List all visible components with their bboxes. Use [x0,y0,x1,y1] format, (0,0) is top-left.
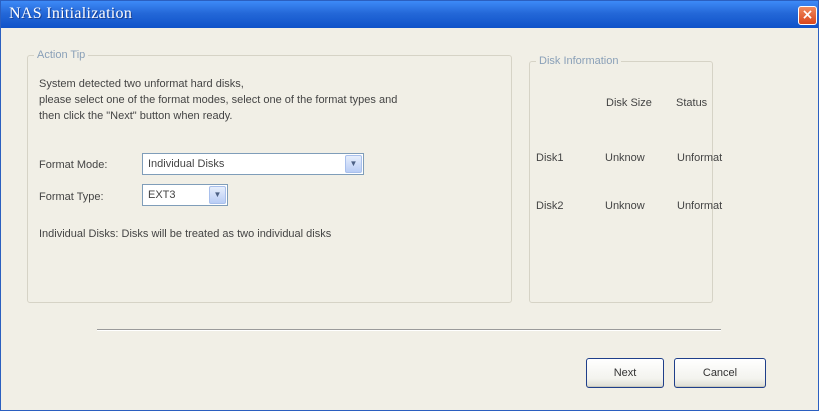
chevron-down-icon[interactable]: ▼ [209,186,226,204]
window-title: NAS Initialization [9,5,133,22]
format-mode-label: Format Mode: [39,159,108,171]
action-tip-legend: Action Tip [37,49,86,61]
disk1-status: Unformat [677,152,723,164]
format-mode-select[interactable]: Individual Disks ▼ [142,153,364,175]
disk-information-legend: Disk Information [539,55,619,67]
next-button[interactable]: Next [586,358,664,388]
status-header: Status [676,97,708,109]
format-mode-description: Individual Disks: Disks will be treated … [39,228,332,240]
disk2-size: Unknow [605,200,645,212]
disk2-status: Unformat [677,200,723,212]
close-icon[interactable]: × [798,6,817,25]
dialog-body: Action Tip System detected two unformat … [9,29,812,404]
format-type-value: EXT3 [148,189,176,201]
format-mode-value: Individual Disks [148,158,225,170]
tip-line-1: System detected two unformat hard disks, [39,78,244,90]
title-bar[interactable]: NAS Initialization × [1,1,818,28]
disk1-size: Unknow [605,152,645,164]
chevron-down-icon[interactable]: ▼ [345,155,362,173]
disk-size-header: Disk Size [606,97,652,109]
tip-line-3: then click the "Next" button when ready. [39,110,233,122]
disk-information-group: Disk Information Disk Size Status Disk1 … [529,55,722,303]
format-type-select[interactable]: EXT3 ▼ [142,184,228,206]
action-tip-group: Action Tip System detected two unformat … [27,49,512,303]
disk2-name: Disk2 [536,200,564,212]
format-type-label: Format Type: [39,191,104,203]
separator-line [97,329,721,331]
disk1-name: Disk1 [536,152,564,164]
cancel-button[interactable]: Cancel [674,358,766,388]
tip-line-2: please select one of the format modes, s… [39,94,398,106]
nas-initialization-dialog: NAS Initialization × Action Tip System d… [0,0,819,411]
